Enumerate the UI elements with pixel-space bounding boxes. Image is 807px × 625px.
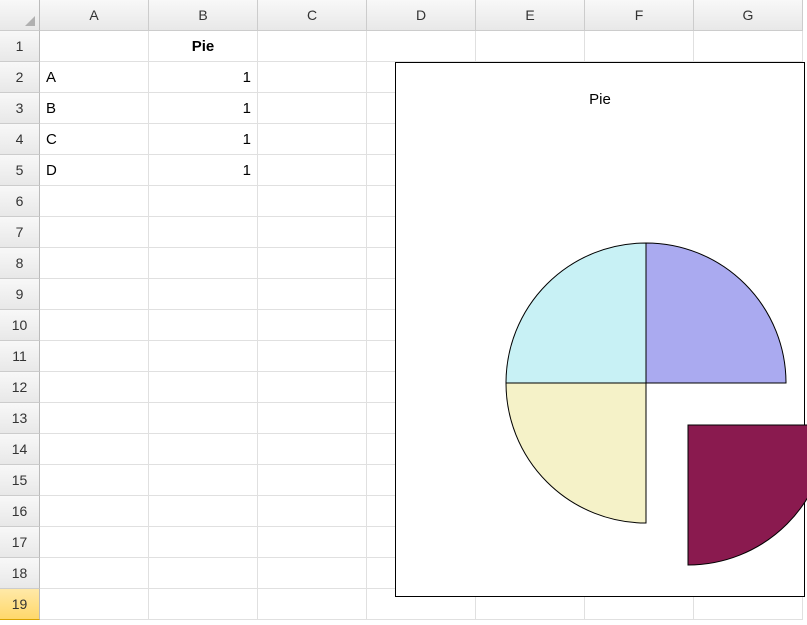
pie-slice-d (506, 243, 646, 383)
cell-b4[interactable]: 1 (149, 124, 258, 155)
cell-a6[interactable] (40, 186, 149, 217)
column-header-d[interactable]: D (367, 0, 476, 31)
cell-c18[interactable] (258, 558, 367, 589)
row-header-7[interactable]: 7 (0, 217, 40, 248)
cell-b12[interactable] (149, 372, 258, 403)
cell-c8[interactable] (258, 248, 367, 279)
cell-c16[interactable] (258, 496, 367, 527)
row-header-15[interactable]: 15 (0, 465, 40, 496)
row-header-18[interactable]: 18 (0, 558, 40, 589)
cell-b5[interactable]: 1 (149, 155, 258, 186)
cell-b15[interactable] (149, 465, 258, 496)
cell-a3[interactable]: B (40, 93, 149, 124)
cell-b13[interactable] (149, 403, 258, 434)
pie-chart (446, 183, 807, 583)
cell-d1[interactable] (367, 31, 476, 62)
row-header-6[interactable]: 6 (0, 186, 40, 217)
cell-a15[interactable] (40, 465, 149, 496)
cell-a12[interactable] (40, 372, 149, 403)
row-header-3[interactable]: 3 (0, 93, 40, 124)
row-header-5[interactable]: 5 (0, 155, 40, 186)
column-header-b[interactable]: B (149, 0, 258, 31)
cell-c9[interactable] (258, 279, 367, 310)
row-header-9[interactable]: 9 (0, 279, 40, 310)
cell-c17[interactable] (258, 527, 367, 558)
cell-a19[interactable] (40, 589, 149, 620)
cell-b6[interactable] (149, 186, 258, 217)
cell-b17[interactable] (149, 527, 258, 558)
cell-a18[interactable] (40, 558, 149, 589)
cell-b18[interactable] (149, 558, 258, 589)
cell-b11[interactable] (149, 341, 258, 372)
cell-c13[interactable] (258, 403, 367, 434)
cell-c1[interactable] (258, 31, 367, 62)
cell-a13[interactable] (40, 403, 149, 434)
chart-title: Pie (396, 91, 804, 108)
column-header-e[interactable]: E (476, 0, 585, 31)
cell-c15[interactable] (258, 465, 367, 496)
cell-a10[interactable] (40, 310, 149, 341)
pie-slice-a (646, 243, 786, 383)
cell-b1[interactable]: Pie (149, 31, 258, 62)
cell-a5[interactable]: D (40, 155, 149, 186)
column-header-a[interactable]: A (40, 0, 149, 31)
cell-c6[interactable] (258, 186, 367, 217)
cell-b2[interactable]: 1 (149, 62, 258, 93)
cell-c5[interactable] (258, 155, 367, 186)
cell-c4[interactable] (258, 124, 367, 155)
cell-b19[interactable] (149, 589, 258, 620)
cell-b14[interactable] (149, 434, 258, 465)
cell-b3[interactable]: 1 (149, 93, 258, 124)
cell-a8[interactable] (40, 248, 149, 279)
row-header-8[interactable]: 8 (0, 248, 40, 279)
cell-b16[interactable] (149, 496, 258, 527)
cell-c10[interactable] (258, 310, 367, 341)
row-header-4[interactable]: 4 (0, 124, 40, 155)
cell-b8[interactable] (149, 248, 258, 279)
cell-b10[interactable] (149, 310, 258, 341)
cell-a11[interactable] (40, 341, 149, 372)
column-header-g[interactable]: G (694, 0, 803, 31)
cell-c11[interactable] (258, 341, 367, 372)
cell-c7[interactable] (258, 217, 367, 248)
cell-a9[interactable] (40, 279, 149, 310)
cell-f1[interactable] (585, 31, 694, 62)
cell-g1[interactable] (694, 31, 803, 62)
column-header-c[interactable]: C (258, 0, 367, 31)
row-header-16[interactable]: 16 (0, 496, 40, 527)
chart-container[interactable]: Pie (395, 62, 805, 597)
row-header-13[interactable]: 13 (0, 403, 40, 434)
cell-a16[interactable] (40, 496, 149, 527)
row-header-12[interactable]: 12 (0, 372, 40, 403)
pie-slice-c (506, 383, 646, 523)
cell-a1[interactable] (40, 31, 149, 62)
row-header-2[interactable]: 2 (0, 62, 40, 93)
cell-c12[interactable] (258, 372, 367, 403)
select-all-corner[interactable] (0, 0, 40, 31)
cell-a7[interactable] (40, 217, 149, 248)
column-header-f[interactable]: F (585, 0, 694, 31)
cell-b7[interactable] (149, 217, 258, 248)
row-header-1[interactable]: 1 (0, 31, 40, 62)
cell-b9[interactable] (149, 279, 258, 310)
cell-a14[interactable] (40, 434, 149, 465)
cell-a17[interactable] (40, 527, 149, 558)
cell-c19[interactable] (258, 589, 367, 620)
row-header-10[interactable]: 10 (0, 310, 40, 341)
cell-c14[interactable] (258, 434, 367, 465)
cell-c3[interactable] (258, 93, 367, 124)
cell-e1[interactable] (476, 31, 585, 62)
cell-a4[interactable]: C (40, 124, 149, 155)
row-header-17[interactable]: 17 (0, 527, 40, 558)
row-header-14[interactable]: 14 (0, 434, 40, 465)
row-header-11[interactable]: 11 (0, 341, 40, 372)
cell-c2[interactable] (258, 62, 367, 93)
pie-slice-b-exploded (688, 425, 807, 565)
cell-a2[interactable]: A (40, 62, 149, 93)
row-header-19[interactable]: 19 (0, 589, 40, 620)
